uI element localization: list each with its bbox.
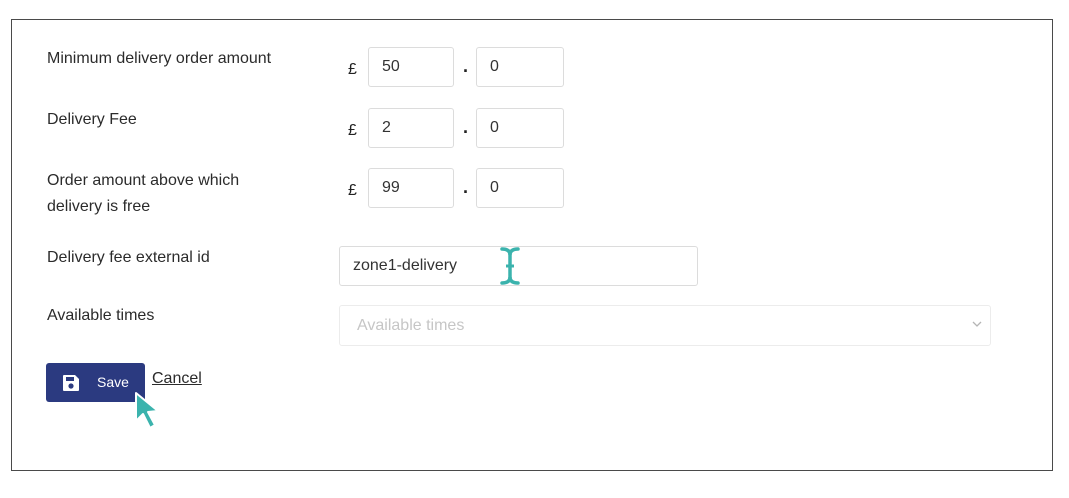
- floppy-disk-icon: [63, 375, 79, 391]
- available-times-placeholder: Available times: [357, 317, 465, 334]
- i-beam-cursor-icon: [500, 247, 520, 285]
- min-order-frac-input[interactable]: [476, 47, 564, 87]
- free-threshold-label-line2: delivery is free: [47, 198, 151, 215]
- min-order-label: Minimum delivery order amount: [47, 50, 272, 67]
- free-threshold-int-input[interactable]: [368, 168, 454, 208]
- free-threshold-currency-symbol: £: [348, 182, 357, 199]
- delivery-fee-currency-symbol: £: [348, 122, 357, 139]
- min-order-decimal-separator: .: [463, 56, 469, 76]
- free-threshold-decimal-separator: .: [463, 177, 469, 197]
- delivery-fee-frac-input[interactable]: [476, 108, 564, 148]
- save-button[interactable]: Save: [46, 363, 145, 402]
- save-button-label: Save: [97, 374, 129, 390]
- delivery-fee-decimal-separator: .: [463, 117, 469, 137]
- delivery-settings-form: Minimum delivery order amount £ . Delive…: [11, 19, 1053, 471]
- min-order-int-input[interactable]: [368, 47, 454, 87]
- available-times-select[interactable]: Available times: [339, 305, 991, 346]
- free-threshold-frac-input[interactable]: [476, 168, 564, 208]
- external-id-label: Delivery fee external id: [47, 249, 210, 266]
- arrow-pointer-icon: [135, 392, 159, 429]
- chevron-down-icon: [972, 321, 982, 327]
- delivery-fee-label: Delivery Fee: [47, 111, 137, 128]
- min-order-currency-symbol: £: [348, 61, 357, 78]
- free-threshold-label-line1: Order amount above which: [47, 172, 240, 189]
- cancel-link[interactable]: Cancel: [152, 370, 202, 388]
- delivery-fee-int-input[interactable]: [368, 108, 454, 148]
- available-times-label: Available times: [47, 307, 155, 324]
